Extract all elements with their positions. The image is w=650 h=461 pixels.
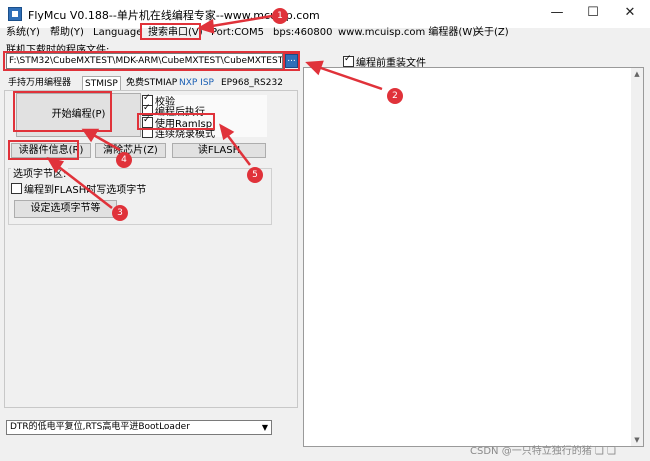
annotation-1: 1 xyxy=(272,8,288,24)
annotation-3: 3 xyxy=(112,205,128,221)
annotation-4: 4 xyxy=(116,152,132,168)
annotation-5: 5 xyxy=(247,167,263,183)
annotation-2: 2 xyxy=(387,88,403,104)
annotation-arrows xyxy=(46,14,383,209)
